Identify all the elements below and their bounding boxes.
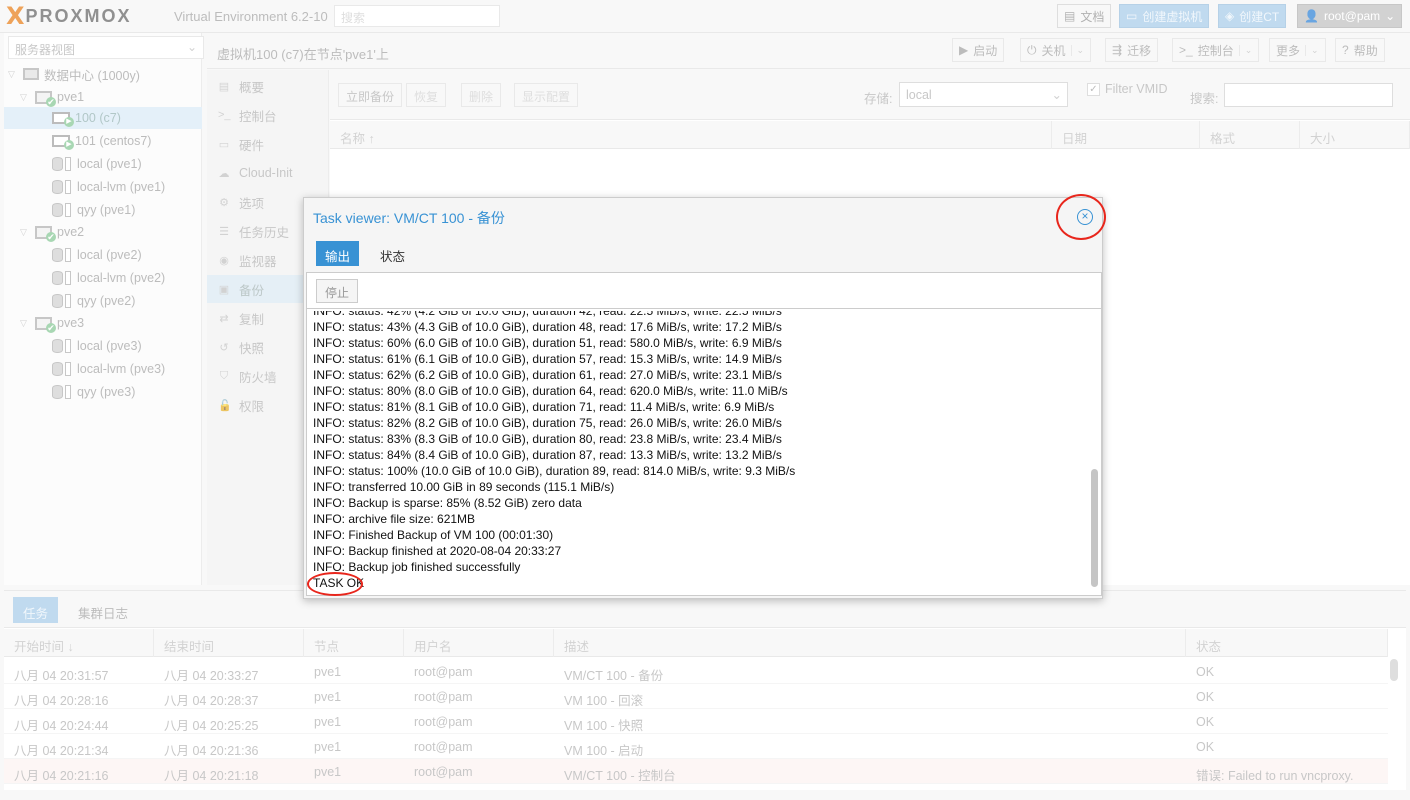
annotation-circle-close [1056,194,1106,240]
log-line: INFO: archive file size: 621MB [313,512,476,526]
dialog-title: Task viewer: VM/CT 100 - 备份 [313,210,505,226]
task-viewer-dialog: Task viewer: VM/CT 100 - 备份 × 输出 状态 停止 I… [303,197,1103,599]
log-line: INFO: status: 81% (8.1 GiB of 10.0 GiB),… [313,400,775,414]
log-line: INFO: status: 60% (6.0 GiB of 10.0 GiB),… [313,336,782,350]
task-ok-line: TASK OK [313,576,365,590]
log-line: INFO: Backup finished at 2020-08-04 20:3… [313,544,562,558]
annotation-circle-task-ok [307,572,363,596]
log-line: INFO: status: 62% (6.2 GiB of 10.0 GiB),… [313,368,782,382]
task-output-log: INFO: status: 42% (4.2 GiB of 10.0 GiB),… [313,311,1083,592]
log-line: INFO: status: 83% (8.3 GiB of 10.0 GiB),… [313,432,782,446]
log-line: INFO: status: 100% (10.0 GiB of 10.0 GiB… [313,464,796,478]
tab-output[interactable]: 输出 [316,241,360,266]
task-output-scrollbar[interactable] [1091,469,1098,587]
task-output-toolbar: 停止 [307,273,1101,309]
tab-status[interactable]: 状态 [371,241,414,266]
stop-button[interactable]: 停止 [316,279,359,303]
log-line: INFO: status: 84% (8.4 GiB of 10.0 GiB),… [313,448,782,462]
log-line: INFO: Finished Backup of VM 100 (00:01:3… [313,528,554,542]
log-line: INFO: status: 80% (8.0 GiB of 10.0 GiB),… [313,384,788,398]
task-output-panel: 停止 INFO: status: 42% (4.2 GiB of 10.0 Gi… [306,272,1102,596]
log-line: INFO: status: 61% (6.1 GiB of 10.0 GiB),… [313,352,782,366]
log-line: INFO: status: 43% (4.3 GiB of 10.0 GiB),… [313,320,782,334]
log-line: INFO: status: 82% (8.2 GiB of 10.0 GiB),… [313,416,782,430]
log-line: INFO: Backup job finished successfully [313,560,521,574]
log-line: INFO: Backup is sparse: 85% (8.52 GiB) z… [313,496,582,510]
log-line: INFO: status: 42% (4.2 GiB of 10.0 GiB),… [313,311,782,318]
log-line: INFO: transferred 10.00 GiB in 89 second… [313,480,615,494]
